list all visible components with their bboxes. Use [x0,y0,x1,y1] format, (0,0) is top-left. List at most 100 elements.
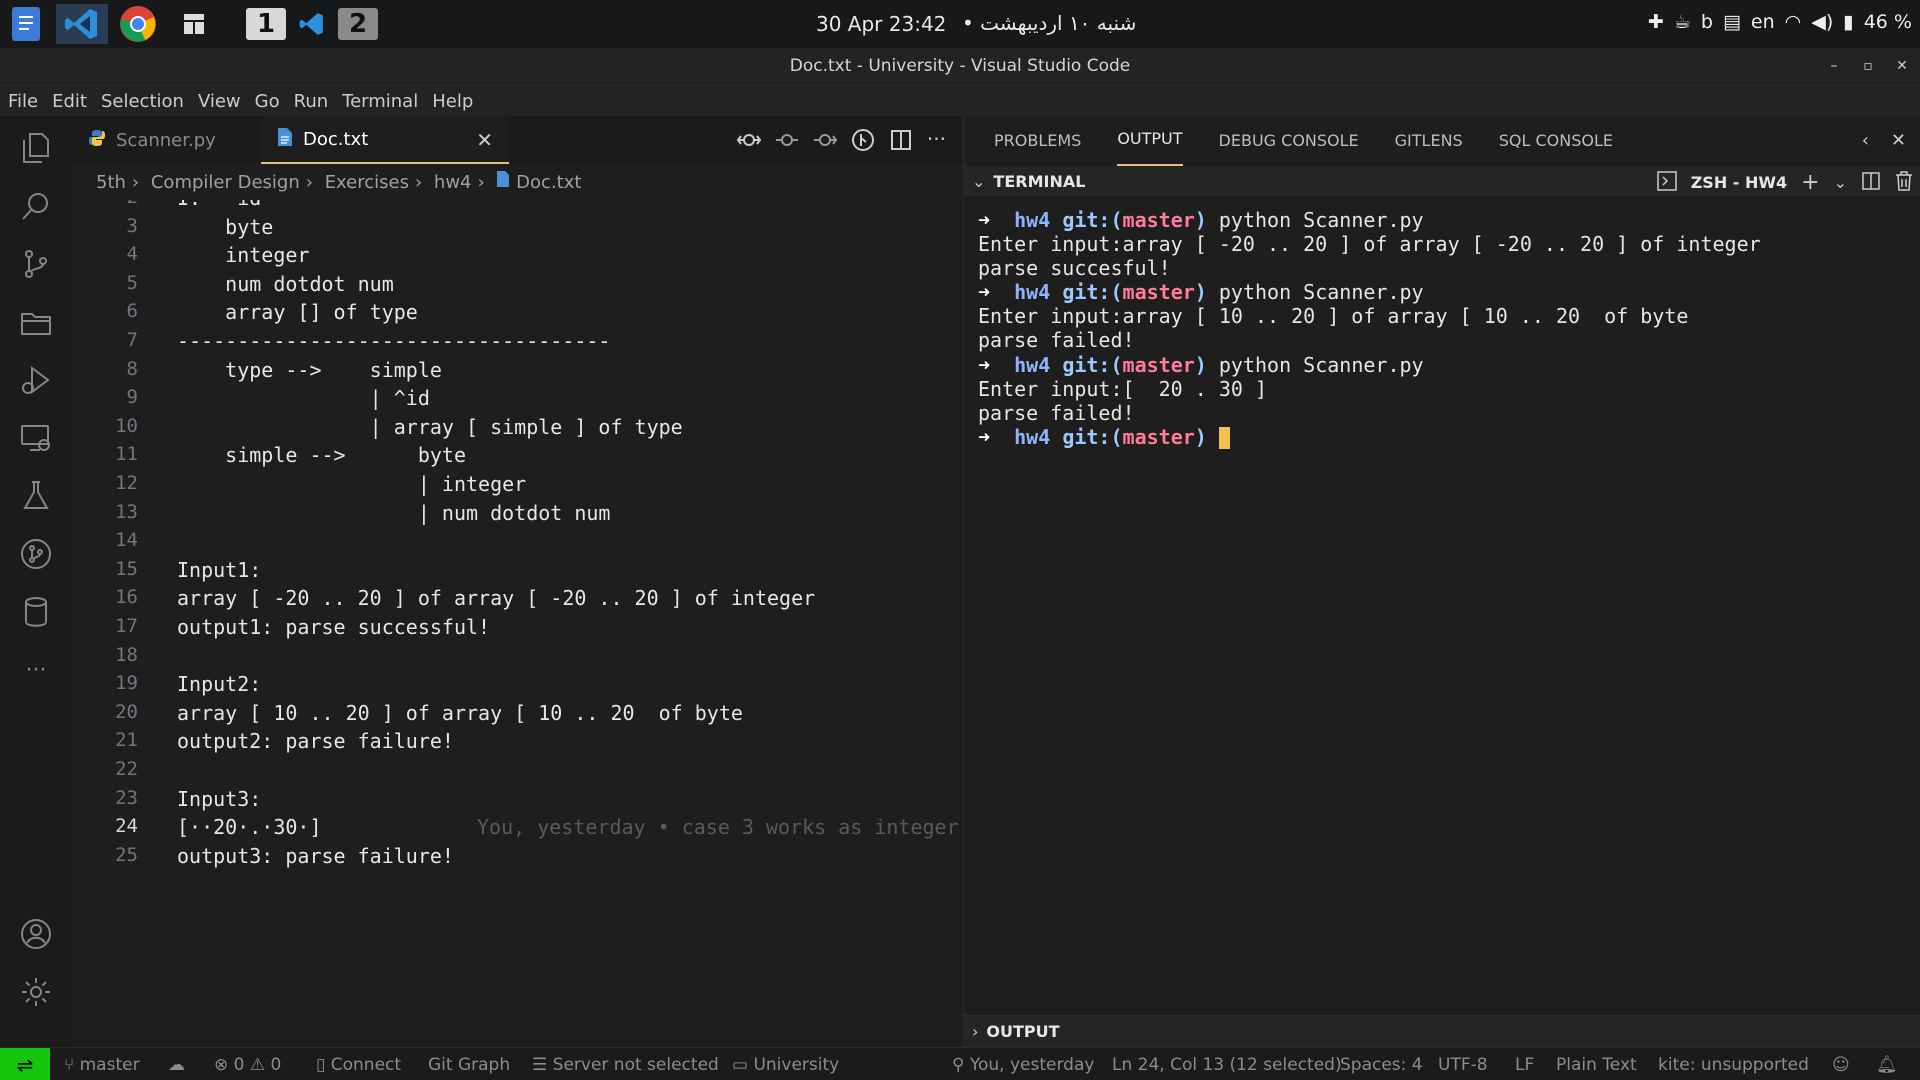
code-line[interactable]: 23 Input3: [72,787,962,816]
breadcrumb-item[interactable]: Doc.txt [516,172,581,193]
terminal-instance-label[interactable]: ZSH - HW4 [1691,173,1787,192]
menu-file[interactable]: File [8,91,38,112]
trash-icon[interactable] [1895,170,1913,195]
tab-debug-console[interactable]: DEBUG CONSOLE [1219,116,1359,166]
feedback-icon[interactable]: ☺ [1832,1055,1850,1075]
clipboard-icon[interactable]: ▤ [1723,11,1741,33]
problems-status[interactable]: ⊗ 0 ⚠ 0 [214,1055,281,1075]
menu-selection[interactable]: Selection [101,91,184,112]
code-editor[interactable]: 2I: ^id3 byte4 integer5 num dotdot num6 … [72,200,962,1047]
clock[interactable]: 30 Apr 23:42 [816,12,946,36]
tab-scanner-py[interactable]: Scanner.py [72,116,258,164]
code-line[interactable]: 18 [72,644,962,673]
code-line[interactable]: 10 | array [ simple ] of type [72,415,962,444]
volume-icon[interactable]: ◀) [1811,11,1833,33]
indentation-status[interactable]: Spaces: 4 [1340,1055,1423,1075]
chevron-left-icon[interactable]: ‹ [1862,130,1869,151]
git-graph-status[interactable]: Git Graph [428,1055,510,1075]
close-window-button[interactable]: ✕ [1890,54,1914,78]
code-line[interactable]: 4 integer [72,243,962,272]
blame-status[interactable]: ⚲ You, yesterday [952,1055,1094,1075]
accounts-icon[interactable] [14,912,58,956]
code-line[interactable]: 15 Input1: [72,558,962,587]
git-graph-icon[interactable] [14,532,58,576]
search-icon[interactable] [14,184,58,228]
kite-status[interactable]: kite: unsupported [1658,1055,1809,1075]
tab-problems[interactable]: PROBLEMS [994,116,1081,166]
code-line[interactable]: 17 output1: parse successful! [72,615,962,644]
more-actions-icon[interactable]: ··· [927,128,946,156]
code-line[interactable]: 2 I: ^id [72,200,962,215]
code-line[interactable]: 11 simple --> byte [72,443,962,472]
git-compare-icon[interactable] [736,128,762,156]
tab-output[interactable]: OUTPUT [1117,116,1183,166]
code-line[interactable]: 13 | num dotdot num [72,501,962,530]
files-app-icon[interactable] [4,4,48,44]
code-line[interactable]: 19 Input2: [72,672,962,701]
explorer-icon[interactable] [14,126,58,170]
vscode-app-icon[interactable] [56,4,108,44]
previous-change-icon[interactable] [775,128,799,156]
split-editor-icon[interactable] [889,128,913,156]
notifications-bell-icon[interactable]: 🔔︎ [1876,1055,1898,1075]
eol-status[interactable]: LF [1515,1055,1534,1075]
cursor-position[interactable]: Ln 24, Col 13 (12 selected) [1112,1055,1342,1075]
code-line[interactable]: 6 array [] of type [72,300,962,329]
menu-terminal[interactable]: Terminal [342,91,418,112]
menu-go[interactable]: Go [255,91,280,112]
terminal-section-header[interactable]: ⌄ TERMINAL ZSH - HW4 + ⌄ [964,166,1920,196]
connect-status[interactable]: ▯ Connect [316,1055,401,1075]
breadcrumb-item[interactable]: Exercises [325,172,409,193]
bing-icon[interactable]: b [1701,11,1713,33]
code-line[interactable]: 3 byte [72,215,962,244]
vscode-small-icon[interactable] [292,4,332,44]
more-icon[interactable]: ··· [14,648,58,692]
code-line[interactable]: 24 [··20·.·30·] You, yesterday • case 3 wo… [72,815,962,844]
menu-edit[interactable]: Edit [52,91,87,112]
split-terminal-icon[interactable] [1861,171,1881,195]
encoding-status[interactable]: UTF-8 [1438,1055,1488,1075]
close-tab-icon[interactable]: ✕ [476,128,493,152]
cup-icon[interactable]: ☕ [1674,11,1691,33]
gitlens-icon[interactable] [851,128,875,156]
menu-run[interactable]: Run [294,91,329,112]
next-change-icon[interactable] [813,128,838,156]
minimize-button[interactable]: – [1822,54,1846,78]
code-line[interactable]: 14 [72,529,962,558]
testing-icon[interactable] [14,474,58,518]
tab-doc-txt[interactable]: Doc.txt ✕ [261,116,509,164]
code-line[interactable]: 8 type --> simple [72,358,962,387]
breadcrumb-item[interactable]: hw4 [434,172,472,193]
code-line[interactable]: 22 [72,758,962,787]
battery-icon[interactable]: ▮ [1843,11,1853,33]
folders-icon[interactable] [14,300,58,344]
run-debug-icon[interactable] [14,358,58,402]
grid-apps-icon[interactable] [172,4,216,44]
source-control-icon[interactable] [14,242,58,286]
tab-sql-console[interactable]: SQL CONSOLE [1499,116,1613,166]
remote-explorer-icon[interactable] [14,416,58,460]
code-line[interactable]: 20 array [ 10 .. 20 ] of array [ 10 .. 20… [72,701,962,730]
keyboard-layout[interactable]: en [1751,11,1775,33]
database-icon[interactable] [14,590,58,634]
chrome-app-icon[interactable] [116,4,160,44]
server-status[interactable]: ☰ Server not selected [532,1055,719,1075]
breadcrumb-item[interactable]: 5th [96,172,126,193]
terminal-output[interactable]: ➜ hw4 git:(master) python Scanner.py Ent… [978,208,1908,450]
output-section-header[interactable]: › OUTPUT [964,1015,1920,1047]
code-line[interactable]: 25 output3: parse failure! [72,844,962,873]
code-line[interactable]: 21 output2: parse failure! [72,729,962,758]
close-panel-icon[interactable]: ✕ [1891,130,1906,151]
code-line[interactable]: 7 ------------------------------------ [72,329,962,358]
code-line[interactable]: 16 array [ -20 .. 20 ] of array [ -20 .. … [72,586,962,615]
maximize-button[interactable]: ▫ [1856,54,1880,78]
breadcrumb-item[interactable]: Compiler Design [151,172,300,193]
tab-gitlens[interactable]: GITLENS [1395,116,1463,166]
workspace-2[interactable]: 2 [338,8,378,40]
menu-view[interactable]: View [198,91,241,112]
add-terminal-icon[interactable]: + [1801,170,1819,195]
wifi-icon[interactable]: ◠ [1785,11,1802,33]
menu-help[interactable]: Help [432,91,473,112]
code-line[interactable]: 9 | ^id [72,386,962,415]
puzzle-icon[interactable]: ✚ [1648,11,1664,33]
